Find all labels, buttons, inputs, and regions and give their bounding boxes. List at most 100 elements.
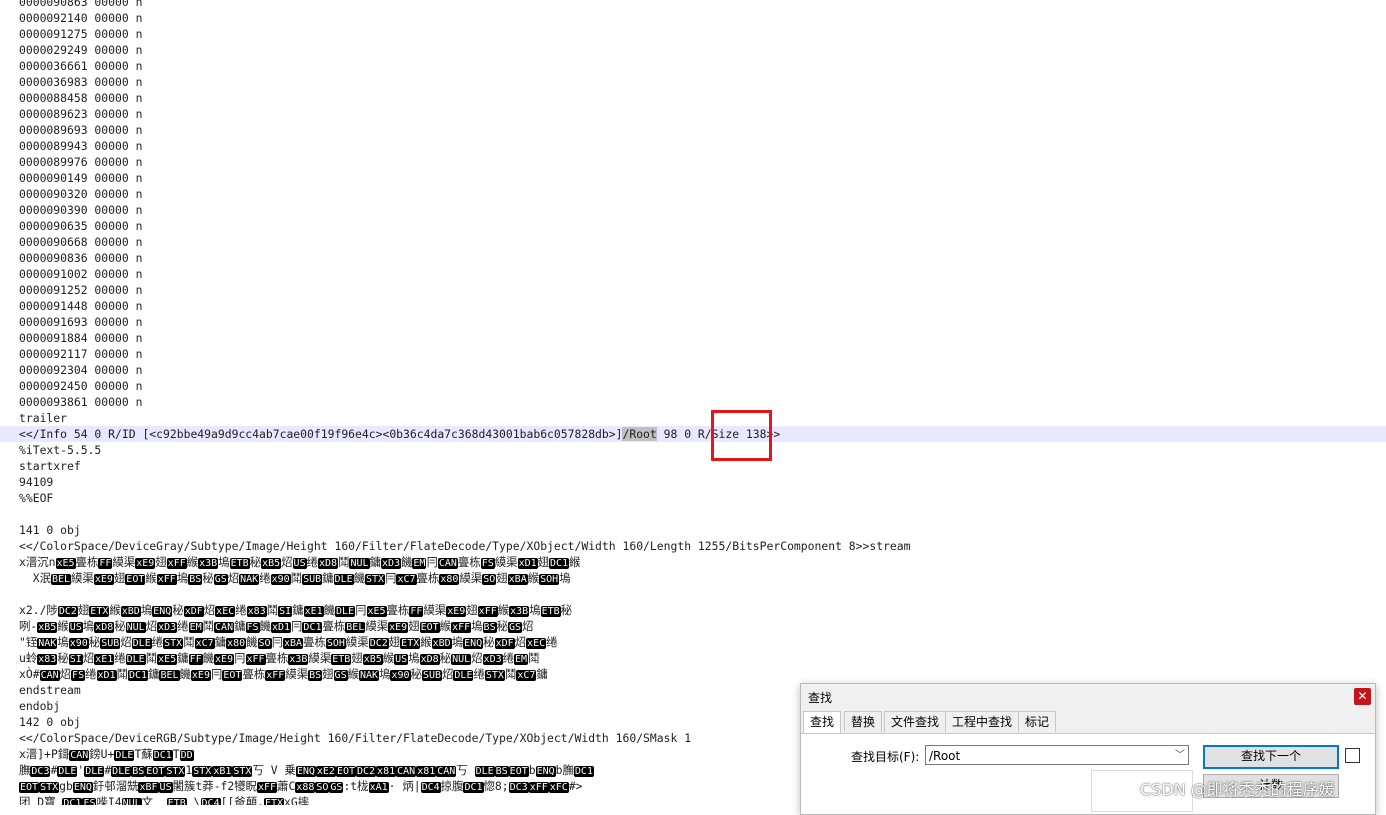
chevron-down-icon[interactable]: ﹀ [1175,746,1185,766]
find-target-input[interactable]: /Root ﹀ [925,745,1189,765]
binary-text: 鬦 [290,571,303,585]
control-char: DLE [111,766,132,777]
control-char: DC1 [62,798,83,805]
binary-text: 緱 [57,619,69,633]
binary-text: 饑 [179,667,191,681]
control-char: FS [480,558,495,569]
control-char: xE9 [190,670,211,681]
binary-text: 炤 [471,651,483,665]
control-char: DC1 [127,670,149,681]
control-char: x80 [226,638,247,649]
binary-text: 翅 [155,555,167,569]
control-char: xD3 [482,654,503,665]
find-next-button[interactable]: 查找下一个 [1203,745,1339,769]
control-char: US [394,654,409,665]
binary-text: 亹栋 [303,635,326,649]
xref-entry: 0000091002 00000 n [19,267,143,281]
control-char: NUL [125,622,146,633]
control-char: xE5 [157,654,178,665]
control-char: FF [409,606,424,617]
binary-stream-line: 咧-xB5緱US塢xD8秘NUL炤xD3绻EM鬦CAN鏞FS饑xD1冃DC1亹栋… [19,618,533,634]
tab-file-find[interactable]: 文件查找 [884,711,947,732]
control-char: xEC [215,606,236,617]
binary-text: 縸渠 [365,619,389,633]
obj-141-header: 141 0 obj [19,523,81,537]
close-icon[interactable]: ✕ [1354,688,1371,705]
control-char: BS [131,766,146,777]
control-char: SO [315,782,330,793]
binary-text: 亹栋 [457,555,481,569]
tab-project-find[interactable]: 工程中查找 [945,711,1020,732]
binary-text: 亹栋 [242,667,266,681]
binary-text: 縸渠 [345,635,369,649]
tab-find[interactable]: 查找 [803,711,842,734]
control-char: ETB [540,606,561,617]
binary-text: 鬦 [528,651,540,665]
control-char: DD [179,750,194,761]
control-char: DC4 [200,798,221,805]
find-target-label: 查找目标(F): [851,750,920,764]
control-char: US [292,558,307,569]
control-char: xC7 [516,670,537,681]
control-char: xB1 [212,766,233,777]
binary-text: x2./陟 [19,603,58,617]
control-char: EOT [145,766,166,777]
binary-text: 亹栋 [416,571,440,585]
binary-stream-line: X泯BEL縸渠xE9翅EOT緱xFF塢BS秘GS炤NAK绻x90鬦SUB鏞DLE… [19,570,571,586]
find-target-value: /Root [929,749,961,763]
control-char: ENQ [535,766,556,777]
option-checkbox[interactable] [1345,748,1360,763]
binary-text: 鏞 [234,619,246,633]
control-char: STX [232,766,253,777]
control-char: CAN [39,670,60,681]
control-char: x83 [246,606,267,617]
binary-text: 鬦 [202,619,215,633]
binary-text: 饑 [246,635,258,649]
binary-text: 緱 [347,667,359,681]
binary-stream-line: u蛉x83秘SI炤xE1绻DLE鬦xE5鏞FF饑xE9冃xFF亹栋x3B縸渠ET… [19,650,539,666]
trailer-dictionary-line[interactable]: <</Info 54 0 R/ID [<c92bbe49a9d9cc4ab7ca… [0,426,1386,442]
control-char: GS [333,670,348,681]
control-char: STX [39,782,60,793]
control-char: xD1 [270,622,292,633]
control-char: EOT [125,574,146,585]
binary-text: 炤 [145,619,158,633]
binary-line-142-1: x溍]+P鎶CAN鎊U+DLET蘇DC1TDD [19,747,194,761]
binary-text: 秘 [439,651,452,665]
control-char: xFF [265,670,286,681]
control-char: BS [482,622,497,633]
binary-line-142-3: EOT STXgbENQ釪邨溜兟xBF US闍簇t莽-f2犪眖xFF蕭Cx88 SO G… [19,779,583,793]
control-char: x81 [376,766,397,777]
control-char: xBA [507,574,528,585]
binary-text: 鏞 [536,667,548,681]
control-char: DC1 [549,558,570,569]
control-char: xBA [282,638,304,649]
xref-entry: 0000092450 00000 n [19,379,143,393]
binary-text: xÒ# [19,667,40,681]
binary-text: 塢 [559,571,571,585]
control-char: DC2 [368,638,389,649]
control-char: DC4 [420,782,441,793]
binary-text: 秘 [410,667,422,681]
search-match-root: /Root [622,427,657,441]
control-char: DC1 [573,766,594,777]
binary-line-142-4: 团 D寶 DC1 FS喍I4NUL文 ETB \DC4[[爸顛.ETXxG摔 [19,794,309,805]
binary-text: 鏞 [322,571,334,585]
binary-text: 秘 [114,619,126,633]
control-char: xBF [138,782,159,793]
binary-text: 炤 [227,571,240,585]
binary-text: 炤 [522,619,534,633]
control-char: BEL [345,622,366,633]
binary-line-142-2: 膴DC3#DLE'DLE#DLE BS EOT STX1STX xB1 STX丂 V 乗E… [19,763,594,777]
binary-text: 秘 [57,651,69,665]
trailer-dict-before: <</Info 54 0 R/ID [<c92bbe49a9d9cc4ab7ca… [19,427,623,441]
tab-mark[interactable]: 标记 [1018,711,1057,732]
binary-text: 绻 [151,635,164,649]
tab-replace[interactable]: 替换 [844,711,883,732]
control-char: DC2 [57,606,78,617]
control-char: DC3 [508,782,529,793]
binary-text: 緱 [186,555,199,569]
control-char: DC3 [30,766,51,777]
control-char: DLE [474,766,495,777]
control-char: CAN [214,622,235,633]
